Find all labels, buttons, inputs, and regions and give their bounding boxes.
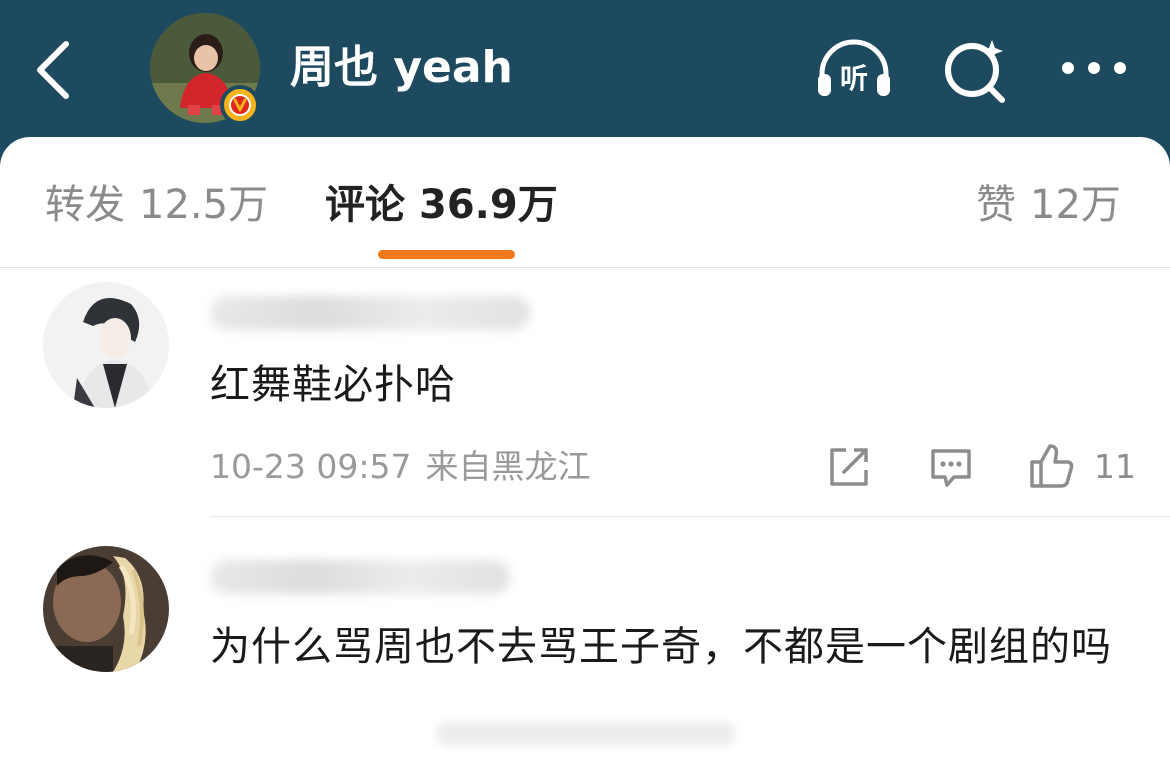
search-sparkle-icon	[945, 40, 1005, 103]
profile-avatar[interactable]	[150, 13, 260, 125]
commenter-avatar[interactable]	[43, 282, 169, 408]
tab-likes[interactable]: 赞 12万	[976, 179, 1121, 231]
tab-count: 12万	[1030, 182, 1121, 228]
listen-headphones-icon: 听	[818, 39, 890, 96]
comment-bubble-icon	[931, 449, 971, 487]
back-button[interactable]	[28, 34, 88, 104]
tab-count: 36.9万	[419, 182, 558, 228]
like-button[interactable]	[1028, 442, 1076, 494]
comment-preview-redacted	[436, 722, 736, 746]
comment-location: 来自黑龙江	[425, 447, 591, 486]
svg-text:听: 听	[840, 62, 868, 95]
comment-text: 为什么骂周也不去骂王子奇，不都是一个剧组的吗	[210, 624, 1112, 670]
back-arrow-icon	[37, 41, 69, 99]
more-dots-icon	[1062, 62, 1126, 74]
commenter-avatar[interactable]	[43, 546, 169, 672]
more-button[interactable]	[1052, 34, 1136, 104]
listen-button[interactable]: 听	[812, 34, 896, 104]
tab-label: 赞	[976, 182, 1016, 228]
tab-label: 评论	[325, 182, 405, 228]
tab-label: 转发	[45, 182, 125, 228]
share-button[interactable]	[826, 444, 872, 494]
tab-bar: 转发 12.5万 评论 36.9万 赞 12万	[0, 137, 1170, 268]
tab-comments[interactable]: 评论 36.9万	[325, 179, 558, 231]
active-tab-indicator	[378, 250, 515, 259]
page-title: 周也 yeah	[290, 42, 513, 93]
tab-count: 12.5万	[139, 182, 269, 228]
thumbs-up-icon	[1030, 444, 1074, 488]
verified-badge-icon	[220, 85, 260, 125]
comment-time: 10-23 09:57	[210, 447, 412, 486]
commenter-name-redacted[interactable]	[210, 296, 530, 330]
search-button[interactable]	[934, 34, 1018, 104]
like-count: 11	[1094, 447, 1136, 486]
reply-button[interactable]	[928, 444, 974, 494]
comment-meta: 10-23 09:57 来自黑龙江	[210, 447, 590, 487]
tab-reposts[interactable]: 转发 12.5万	[45, 179, 268, 231]
share-icon	[830, 448, 868, 486]
commenter-name-redacted[interactable]	[210, 560, 510, 594]
comment-divider	[210, 516, 1170, 517]
comment-text: 红舞鞋必扑哈	[210, 362, 456, 408]
